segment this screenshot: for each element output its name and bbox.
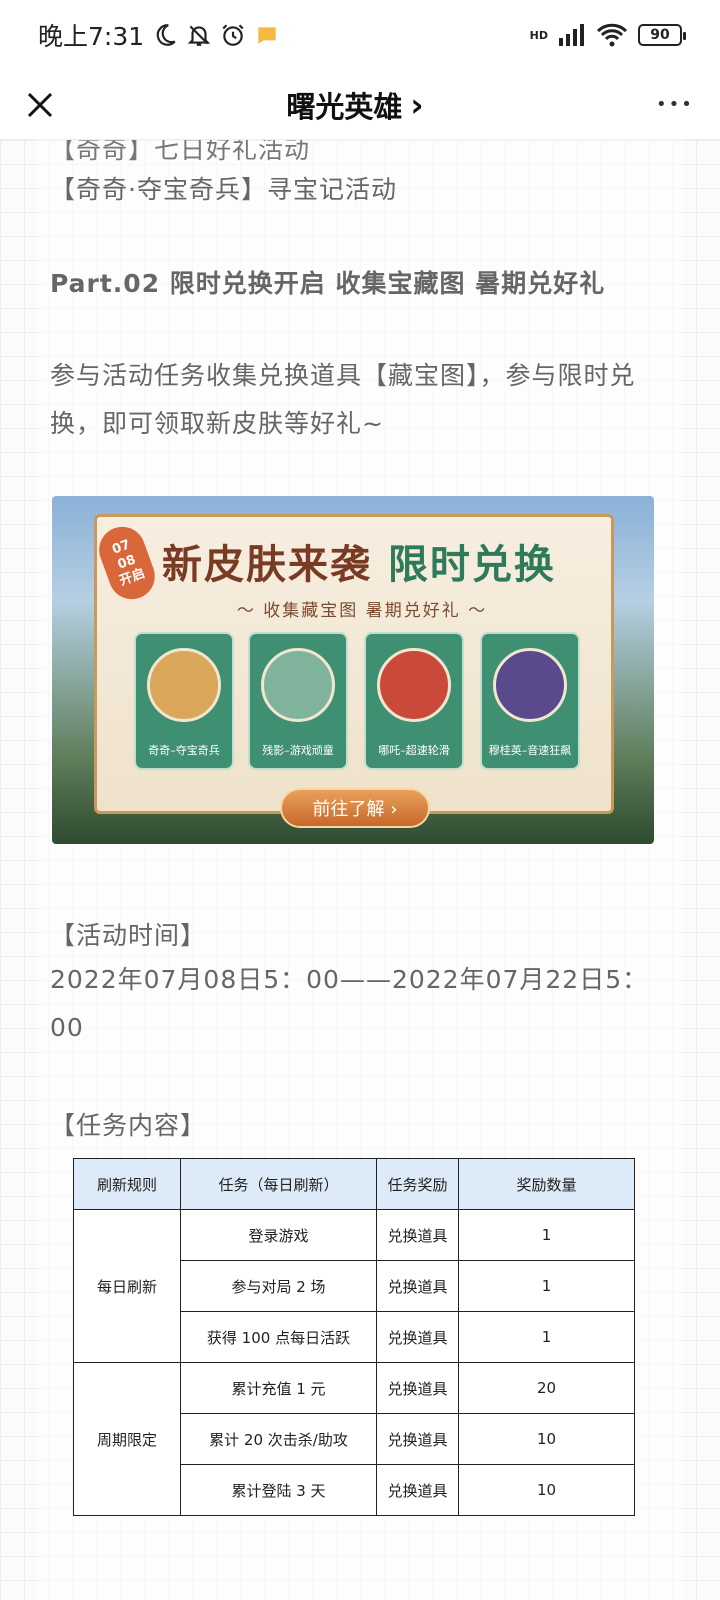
- reward-cell: 兑换道具: [376, 1260, 459, 1312]
- status-right: HD 90: [529, 23, 686, 47]
- page-title[interactable]: 曙光英雄 ›: [286, 84, 423, 126]
- close-button[interactable]: [20, 85, 60, 125]
- task-table: 刷新规则 任务（每日刷新） 任务奖励 奖励数量 每日刷新 登录游戏 兑换道具 1…: [73, 1158, 635, 1516]
- wifi-icon: [596, 23, 628, 47]
- bell-muted-icon: [187, 25, 211, 46]
- banner-title: 新皮肤来袭 限时兑换: [162, 532, 556, 590]
- part2-description: 参与活动任务收集兑换道具【藏宝图】，参与限时兑换，即可领取新皮肤等好礼~: [50, 361, 636, 438]
- task-heading: 【任务内容】: [50, 1111, 207, 1140]
- status-time: 晚上7:31: [38, 22, 145, 51]
- qty-cell: 1: [458, 1209, 635, 1261]
- skin-card: 残影–游戏顽童: [248, 632, 348, 770]
- chevron-right-icon: ›: [410, 85, 424, 124]
- nav-bar: 曙光英雄 › •••: [0, 70, 720, 140]
- page-title-text: 曙光英雄: [286, 89, 403, 124]
- qty-cell: 20: [458, 1362, 635, 1414]
- skin-portrait: [377, 648, 451, 722]
- status-bar: 晚上7:31 HD 90: [0, 0, 720, 70]
- qty-cell: 10: [458, 1464, 635, 1516]
- skin-label: 穆桂英–音速狂飙: [488, 744, 572, 757]
- col-header: 任务（每日刷新）: [180, 1158, 377, 1210]
- table-row: 周期限定 累计充值 1 元 兑换道具 20: [73, 1362, 635, 1516]
- notification-icon: [258, 27, 276, 44]
- skin-label: 哪吒–超速轮滑: [378, 744, 450, 757]
- task-cell: 登录游戏: [180, 1209, 377, 1261]
- skin-portrait: [493, 648, 567, 722]
- qty-cell: 1: [458, 1260, 635, 1312]
- more-button[interactable]: •••: [650, 85, 700, 125]
- reward-cell: 兑换道具: [376, 1464, 459, 1516]
- reward-cell: 兑换道具: [376, 1311, 459, 1363]
- skin-card: 奇奇–夺宝奇兵: [134, 632, 234, 770]
- banner-title-a: 新皮肤来袭: [162, 541, 372, 588]
- task-cell: 累计充值 1 元: [180, 1362, 377, 1414]
- time-value: 2022年07月08日5：00——2022年07月22日5：00: [50, 965, 649, 1042]
- task-cell: 累计登陆 3 天: [180, 1464, 377, 1516]
- skin-portrait: [261, 648, 335, 722]
- time-heading: 【活动时间】: [50, 921, 207, 950]
- task-cell: 获得 100 点每日活跃: [180, 1311, 377, 1363]
- reward-cell: 兑换道具: [376, 1362, 459, 1414]
- task-cell: 参与对局 2 场: [180, 1260, 377, 1312]
- col-header: 任务奖励: [376, 1158, 459, 1210]
- event-banner[interactable]: 07 08 开启 新皮肤来袭 限时兑换 ～ 收集藏宝图 暑期兑好礼 ～ 奇奇–夺…: [52, 496, 654, 844]
- battery-level: 90: [650, 27, 670, 43]
- article-content[interactable]: 【奇奇】七日好礼活动 【奇奇·夺宝奇兵】寻宝记活动 Part.02 限时兑换开启…: [0, 140, 720, 1600]
- more-icon: •••: [656, 94, 694, 115]
- qty-cell: 1: [458, 1311, 635, 1363]
- skin-label: 奇奇–夺宝奇兵: [148, 744, 220, 757]
- reward-cell: 兑换道具: [376, 1209, 459, 1261]
- skin-card: 穆桂英–音速狂飙: [480, 632, 580, 770]
- skin-portrait: [147, 648, 221, 722]
- skin-card: 哪吒–超速轮滑: [364, 632, 464, 770]
- rule-cell: 周期限定: [73, 1362, 181, 1516]
- alarm-icon: [222, 24, 244, 46]
- banner-title-b: 限时兑换: [387, 541, 556, 588]
- line-xunbao: 【奇奇·夺宝奇兵】寻宝记活动: [50, 175, 397, 204]
- close-icon: [27, 92, 53, 117]
- skin-label: 残影–游戏顽童: [262, 744, 334, 757]
- col-header: 奖励数量: [458, 1158, 635, 1210]
- network-type: HD: [529, 28, 548, 42]
- task-cell: 累计 20 次击杀/助攻: [180, 1413, 377, 1465]
- rule-cell: 每日刷新: [73, 1209, 181, 1363]
- learn-more-button[interactable]: 前往了解 ›: [280, 788, 430, 828]
- col-header: 刷新规则: [73, 1158, 181, 1210]
- signal-icon: [559, 24, 584, 46]
- qty-cell: 10: [458, 1413, 635, 1465]
- part2-heading: Part.02 限时兑换开启 收集宝藏图 暑期兑好礼: [50, 269, 606, 298]
- moon-icon: [156, 24, 176, 46]
- partial-line: 【奇奇】七日好礼活动: [50, 140, 311, 164]
- status-left: 晚上7:31: [38, 17, 280, 53]
- banner-subtitle: ～ 收集藏宝图 暑期兑好礼 ～: [236, 601, 488, 621]
- reward-cell: 兑换道具: [376, 1413, 459, 1465]
- battery-indicator: 90: [638, 24, 686, 46]
- table-header-row: 刷新规则 任务（每日刷新） 任务奖励 奖励数量: [73, 1158, 635, 1210]
- table-row: 每日刷新 登录游戏 兑换道具 1: [73, 1209, 635, 1363]
